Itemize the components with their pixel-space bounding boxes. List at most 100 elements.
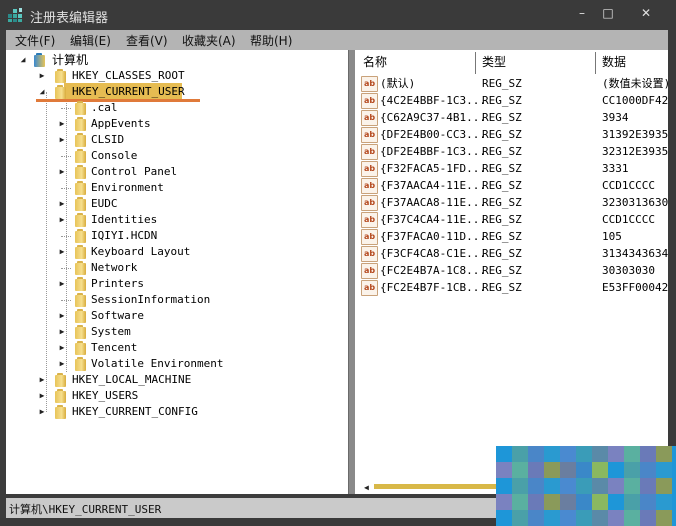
value-row[interactable]: ab {F3CF4CA8-C1E... REG_SZ 31343436343	[355, 245, 668, 262]
watermark-pixel	[496, 478, 512, 494]
watermark-pixel	[528, 462, 544, 478]
folder-icon	[73, 133, 87, 147]
string-value-icon: ab	[361, 280, 378, 296]
column-header-data[interactable]: 数据	[602, 50, 626, 72]
string-value-icon: ab	[361, 161, 378, 177]
tree-node-printers[interactable]: ▶ Printers	[6, 276, 336, 292]
tree-node-appevents[interactable]: ▶ AppEvents	[6, 116, 336, 132]
watermark-pixel	[544, 462, 560, 478]
value-row[interactable]: ab {F37FACA0-11D... REG_SZ 105	[355, 228, 668, 245]
menu-help[interactable]: 帮助(H)	[250, 32, 292, 49]
watermark-pixel	[592, 494, 608, 510]
value-row[interactable]: ab {F37AACA4-11E... REG_SZ CCD1CCCC	[355, 177, 668, 194]
expand-icon[interactable]: ▶	[37, 388, 47, 404]
tree-node-hkey-current-config[interactable]: ▶ HKEY_CURRENT_CONFIG	[6, 404, 336, 420]
tree-node-software[interactable]: ▶ Software	[6, 308, 336, 324]
watermark-pixel	[608, 510, 624, 526]
tree-node-tencent[interactable]: ▶ Tencent	[6, 340, 336, 356]
watermark-pixel	[656, 462, 672, 478]
expand-icon[interactable]: ▶	[57, 308, 67, 324]
expand-icon[interactable]: ▶	[37, 372, 47, 388]
tree-node-hkey-current-user[interactable]: ◢ HKEY_CURRENT_USER	[6, 84, 336, 100]
expand-icon[interactable]: ▶	[57, 132, 67, 148]
watermark-pixel	[560, 494, 576, 510]
tree-node-network[interactable]: Network	[6, 260, 336, 276]
scroll-left-icon[interactable]: ◀	[364, 483, 369, 492]
registry-editor-icon	[8, 8, 22, 22]
tree-node-console[interactable]: Console	[6, 148, 336, 164]
value-row[interactable]: ab {FC2E4B7A-1C8... REG_SZ 30303030	[355, 262, 668, 279]
watermark-pixel	[592, 510, 608, 526]
close-button[interactable]: ✕	[636, 4, 656, 22]
tree-node-hkey-local-machine[interactable]: ▶ HKEY_LOCAL_MACHINE	[6, 372, 336, 388]
tree-node-keyboard-layout[interactable]: ▶ Keyboard Layout	[6, 244, 336, 260]
minimize-button[interactable]: –	[572, 4, 592, 22]
value-row[interactable]: ab {C62A9C37-4B1... REG_SZ 3934	[355, 109, 668, 126]
tree-node-identities[interactable]: ▶ Identities	[6, 212, 336, 228]
value-name: {FC2E4B7F-1CB...	[380, 281, 486, 294]
tree-node-sessioninformation[interactable]: SessionInformation	[6, 292, 336, 308]
column-divider[interactable]	[475, 52, 476, 74]
expand-icon[interactable]: ▶	[57, 340, 67, 356]
expand-icon[interactable]: ▶	[57, 212, 67, 228]
tree-node-volatile-environment[interactable]: ▶ Volatile Environment	[6, 356, 336, 372]
value-row[interactable]: ab {F37AACA8-11E... REG_SZ 32303136303	[355, 194, 668, 211]
expand-icon[interactable]: ▶	[57, 324, 67, 340]
maximize-button[interactable]: □	[598, 4, 618, 22]
watermark-pixel	[592, 446, 608, 462]
value-name: (默认)	[380, 77, 416, 90]
menu-favorites[interactable]: 收藏夹(A)	[182, 32, 236, 49]
expand-icon[interactable]: ▶	[57, 244, 67, 260]
folder-icon	[73, 341, 87, 355]
tree-node-hkey-users[interactable]: ▶ HKEY_USERS	[6, 388, 336, 404]
tree-node-environment[interactable]: Environment	[6, 180, 336, 196]
value-row[interactable]: ab {F37C4CA4-11E... REG_SZ CCD1CCCC	[355, 211, 668, 228]
tree-node-control-panel[interactable]: ▶ Control Panel	[6, 164, 336, 180]
tree-connector	[61, 108, 71, 109]
collapse-icon[interactable]: ◢	[37, 84, 47, 100]
value-row[interactable]: ab {FC2E4B7F-1CB... REG_SZ E53FF00042F	[355, 279, 668, 296]
watermark-pixel	[592, 478, 608, 494]
expand-icon[interactable]: ▶	[37, 404, 47, 420]
collapse-icon[interactable]: ◢	[18, 52, 28, 68]
expand-icon[interactable]: ▶	[57, 276, 67, 292]
value-type: REG_SZ	[482, 145, 522, 158]
tree-node-clsid[interactable]: ▶ CLSID	[6, 132, 336, 148]
tree-node-cal[interactable]: .cal	[6, 100, 336, 116]
expand-icon[interactable]: ▶	[57, 356, 67, 372]
pane-splitter[interactable]	[348, 50, 355, 494]
tree-node-iqiyi-hcdn[interactable]: IQIYI.HCDN	[6, 228, 336, 244]
values-list[interactable]: 名称 类型 数据 ab (默认) REG_SZ (数值未设置) ab {4C2E4BBF-…	[355, 50, 668, 494]
horizontal-scrollbar-thumb[interactable]	[374, 484, 504, 489]
value-row[interactable]: ab {4C2E4BBF-1C3... REG_SZ CC1000DF42F	[355, 92, 668, 109]
column-header-type[interactable]: 类型	[482, 50, 506, 72]
value-type: REG_SZ	[482, 264, 522, 277]
watermark-pixel	[544, 494, 560, 510]
string-value-icon: ab	[361, 144, 378, 160]
value-row[interactable]: ab (默认) REG_SZ (数值未设置)	[355, 75, 668, 92]
column-divider[interactable]	[595, 52, 596, 74]
tree-node-eudc[interactable]: ▶ EUDC	[6, 196, 336, 212]
value-row[interactable]: ab {DF2E4B00-CC3... REG_SZ 31392E3935	[355, 126, 668, 143]
tree-node-hkey-classes-root[interactable]: ▶ HKEY_CLASSES_ROOT	[6, 68, 336, 84]
value-row[interactable]: ab {DF2E4BBF-1C3... REG_SZ 32312E3935	[355, 143, 668, 160]
folder-icon	[73, 293, 87, 307]
folder-icon	[53, 69, 67, 83]
value-type: REG_SZ	[482, 213, 522, 226]
value-data: CC1000DF42F	[602, 94, 668, 107]
expand-icon[interactable]: ▶	[57, 116, 67, 132]
value-row[interactable]: ab {F32FACA5-1FD... REG_SZ 3331	[355, 160, 668, 177]
expand-icon[interactable]: ▶	[37, 68, 47, 84]
expand-icon[interactable]: ▶	[57, 164, 67, 180]
tree-node-system[interactable]: ▶ System	[6, 324, 336, 340]
expand-icon[interactable]: ▶	[57, 196, 67, 212]
value-name: {F32FACA5-1FD...	[380, 162, 486, 175]
string-value-icon: ab	[361, 93, 378, 109]
menu-edit[interactable]: 编辑(E)	[70, 32, 111, 49]
menu-file[interactable]: 文件(F)	[15, 32, 55, 49]
menu-view[interactable]: 查看(V)	[126, 32, 168, 49]
tree-node-computer[interactable]: ◢ 计算机	[6, 52, 206, 68]
column-header-name[interactable]: 名称	[363, 50, 387, 72]
watermark-logo	[496, 446, 676, 526]
registry-tree[interactable]: ◢ 计算机 ▶ HKEY_CLASSES_ROOT ◢ HKEY_CURRENT_US…	[6, 50, 348, 494]
